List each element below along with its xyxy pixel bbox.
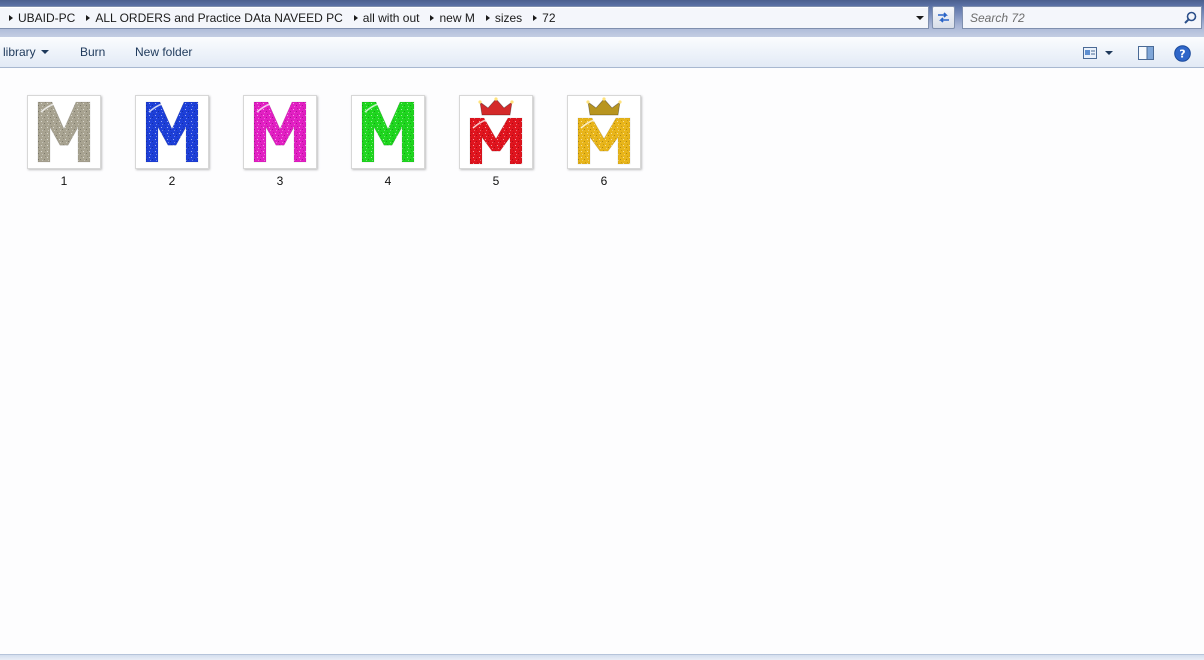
new-folder-button[interactable]: New folder	[135, 37, 192, 67]
file-item[interactable]: 1	[22, 95, 106, 195]
file-item[interactable]: 5	[454, 95, 538, 195]
view-icon	[1083, 47, 1097, 59]
file-item[interactable]: 6	[562, 95, 646, 195]
burn-button[interactable]: Burn	[80, 37, 105, 67]
search-icon[interactable]	[1181, 9, 1199, 27]
breadcrumb-item[interactable]: UBAID-PC	[4, 7, 81, 28]
letter-m-glyph	[361, 101, 415, 163]
new-folder-label: New folder	[135, 45, 193, 59]
crown-icon	[479, 98, 513, 116]
letter-m-image	[145, 101, 199, 163]
letter-m-image	[577, 97, 631, 165]
dropdown-caret-icon	[40, 50, 49, 54]
file-item[interactable]: 2	[130, 95, 214, 195]
letter-m-image	[253, 101, 307, 163]
chevron-down-icon[interactable]	[912, 7, 928, 28]
refresh-icon	[938, 12, 949, 23]
letter-m-image	[361, 101, 415, 163]
file-thumbnail[interactable]	[27, 95, 101, 169]
breadcrumb-item[interactable]: all with out	[349, 7, 426, 28]
address-bar[interactable]: UBAID-PC ALL ORDERS and Practice DAta NA…	[0, 6, 929, 29]
file-name[interactable]: 3	[277, 174, 284, 188]
breadcrumb-label[interactable]: UBAID-PC	[18, 11, 81, 25]
breadcrumb-item[interactable]: new M	[425, 7, 480, 28]
search-box[interactable]: Search 72	[962, 6, 1202, 29]
preview-pane-icon	[1138, 45, 1154, 60]
breadcrumb-separator-icon[interactable]	[481, 7, 495, 28]
file-thumbnail[interactable]	[567, 95, 641, 169]
file-name[interactable]: 5	[493, 174, 500, 188]
breadcrumb-separator-icon[interactable]	[425, 7, 439, 28]
breadcrumb-separator-icon[interactable]	[81, 7, 95, 28]
breadcrumb-separator-icon[interactable]	[4, 7, 18, 28]
title-bar: UBAID-PC ALL ORDERS and Practice DAta NA…	[0, 0, 1204, 37]
file-thumbnail[interactable]	[135, 95, 209, 169]
file-name[interactable]: 4	[385, 174, 392, 188]
file-item[interactable]: 4	[346, 95, 430, 195]
status-bar	[0, 654, 1204, 660]
file-list: 1 2 3 4 5 6	[0, 69, 1204, 654]
file-name[interactable]: 2	[169, 174, 176, 188]
burn-label: Burn	[80, 45, 106, 59]
breadcrumb-separator-icon[interactable]	[349, 7, 363, 28]
letter-m-glyph	[253, 101, 307, 163]
change-view-button[interactable]	[1083, 45, 1119, 61]
breadcrumb-label[interactable]: sizes	[495, 11, 528, 25]
preview-pane-button[interactable]	[1137, 44, 1155, 61]
file-thumbnail[interactable]	[351, 95, 425, 169]
breadcrumb-separator-icon[interactable]	[528, 7, 542, 28]
file-thumbnail[interactable]	[459, 95, 533, 169]
crown-icon	[587, 98, 621, 116]
breadcrumb-item[interactable]: 72	[528, 7, 561, 28]
command-bar: library Burn New folder ?	[0, 37, 1204, 68]
svg-text:?: ?	[1179, 47, 1185, 60]
breadcrumb-item[interactable]: ALL ORDERS and Practice DAta NAVEED PC	[81, 7, 348, 28]
breadcrumb-label[interactable]: 72	[542, 11, 561, 25]
letter-m-image	[37, 101, 91, 163]
letter-m-image	[469, 97, 523, 165]
help-icon: ?	[1173, 44, 1191, 62]
help-button[interactable]: ?	[1173, 44, 1191, 62]
file-name[interactable]: 6	[601, 174, 608, 188]
file-thumbnail[interactable]	[243, 95, 317, 169]
include-in-library-button[interactable]: library	[3, 37, 49, 67]
library-label: library	[3, 45, 36, 59]
search-input[interactable]: Search 72	[970, 11, 1181, 25]
letter-m-glyph	[37, 101, 91, 163]
breadcrumb-item[interactable]: sizes	[481, 7, 528, 28]
file-name[interactable]: 1	[61, 174, 68, 188]
letter-m-glyph	[145, 101, 199, 163]
refresh-button[interactable]	[932, 6, 955, 29]
breadcrumb-label[interactable]: new M	[439, 11, 480, 25]
chevron-down-icon[interactable]	[1105, 51, 1113, 55]
file-item[interactable]: 3	[238, 95, 322, 195]
breadcrumb-label[interactable]: ALL ORDERS and Practice DAta NAVEED PC	[95, 11, 348, 25]
breadcrumb-label[interactable]: all with out	[363, 11, 426, 25]
